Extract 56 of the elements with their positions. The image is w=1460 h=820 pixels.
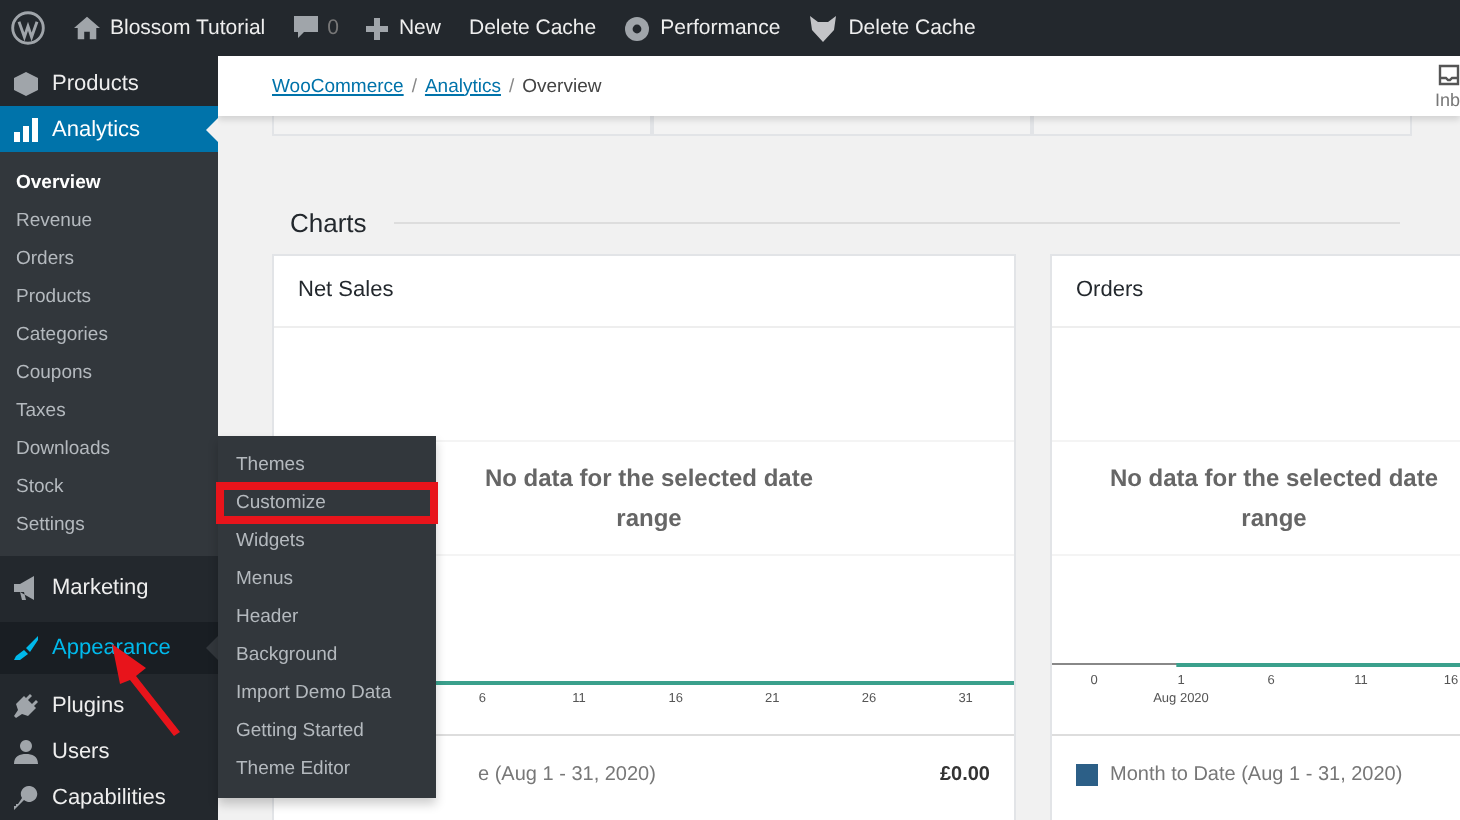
submenu-item[interactable]: Revenue xyxy=(0,202,218,240)
box-icon xyxy=(12,69,40,97)
submenu-item[interactable]: Coupons xyxy=(0,354,218,392)
empty-message: No data for the selected date range xyxy=(1052,442,1460,556)
breadcrumb-link[interactable]: WooCommerce xyxy=(272,75,404,97)
speech-bubble-icon xyxy=(293,16,318,40)
submenu-item[interactable]: Products xyxy=(0,278,218,316)
plus-icon xyxy=(366,17,389,39)
submenu-item[interactable]: Orders xyxy=(0,240,218,278)
card-title: Net Sales xyxy=(274,256,1014,328)
key-icon xyxy=(12,783,40,811)
submenu-item[interactable]: Categories xyxy=(0,316,218,354)
flyout-menu-item[interactable]: Theme Editor xyxy=(218,750,436,788)
paintbrush-icon xyxy=(12,634,40,662)
megaphone-icon xyxy=(12,573,40,601)
admin-bar-link[interactable]: Blossom Tutorial xyxy=(74,16,266,40)
wordpress-logo-icon[interactable] xyxy=(10,10,46,46)
admin-bar-link[interactable]: 0 xyxy=(293,16,339,40)
legend-label: Month to Date (Aug 1 - 31, 2020) xyxy=(1110,764,1403,786)
flyout-menu-item[interactable]: Header xyxy=(218,598,436,636)
breadcrumb-current: Overview xyxy=(522,75,602,97)
legend-label: e (Aug 1 - 31, 2020) xyxy=(478,764,656,786)
menu-item[interactable]: Plugins xyxy=(0,682,218,728)
inbox-icon xyxy=(1438,63,1460,85)
home-icon xyxy=(74,16,100,40)
menu-item[interactable]: Capabilities xyxy=(0,774,218,820)
flyout-menu-item[interactable]: Background xyxy=(218,636,436,674)
bar-chart-icon xyxy=(12,115,40,143)
menu-item[interactable]: Users xyxy=(0,728,218,774)
legend-value: £0.00 xyxy=(939,764,990,786)
admin-bar-link[interactable]: Performance xyxy=(624,15,781,41)
admin-bar-link[interactable]: New xyxy=(366,16,441,40)
submenu-item[interactable]: Settings xyxy=(0,506,218,544)
submenu-item[interactable]: Taxes xyxy=(0,392,218,430)
flyout-menu-item[interactable]: Getting Started xyxy=(218,712,436,750)
section-title: Charts xyxy=(290,207,367,237)
admin-bar-link[interactable]: Delete Cache xyxy=(468,16,597,40)
flyout-menu-item[interactable]: Import Demo Data xyxy=(218,674,436,712)
person-icon xyxy=(12,737,40,765)
flyout-menu-item[interactable]: Menus xyxy=(218,560,436,598)
breadcrumb-separator: / xyxy=(411,75,417,97)
menu-item[interactable]: Products xyxy=(0,60,218,106)
menu-item[interactable]: Marketing xyxy=(0,564,218,610)
breadcrumb-link[interactable]: Analytics xyxy=(424,75,501,97)
submenu-item[interactable]: Overview xyxy=(0,164,218,202)
inbox-button[interactable]: Inb xyxy=(1434,63,1460,109)
admin-bar-link[interactable]: Delete Cache xyxy=(808,15,976,41)
breadcrumb-separator: / xyxy=(508,75,515,97)
legend-swatch-icon xyxy=(1076,764,1098,786)
gear-icon xyxy=(624,15,651,41)
menu-item[interactable]: Analytics xyxy=(0,106,218,152)
plug-icon xyxy=(12,691,40,719)
cat-head-icon xyxy=(808,15,839,41)
card-title: Orders xyxy=(1052,256,1460,328)
submenu-item[interactable]: Stock xyxy=(0,468,218,506)
submenu-item[interactable]: Downloads xyxy=(0,430,218,468)
